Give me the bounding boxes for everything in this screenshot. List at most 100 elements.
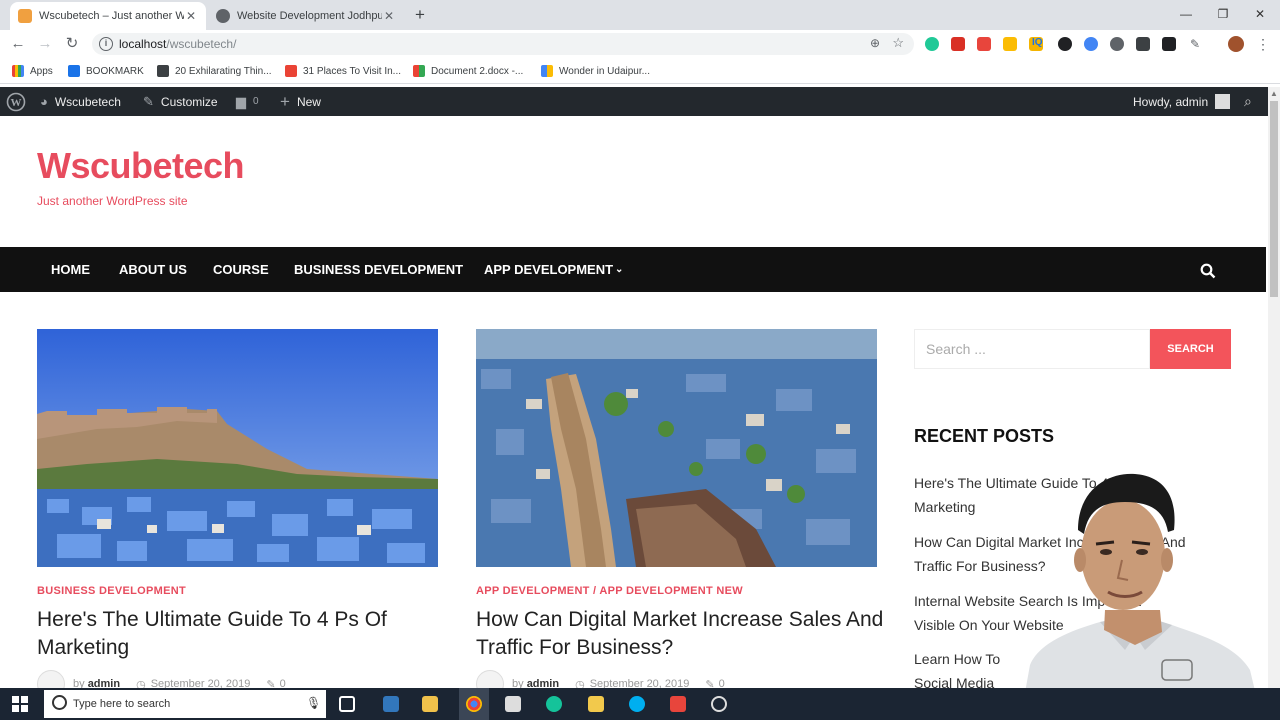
plus-icon: +	[280, 91, 290, 111]
post-title[interactable]: How Can Digital Market Increase Sales An…	[476, 606, 883, 662]
post-category[interactable]: BUSINESS DEVELOPMENT	[37, 585, 186, 597]
scrollbar-thumb[interactable]	[1270, 101, 1278, 297]
page-scrollbar[interactable]: ▲	[1268, 87, 1280, 688]
bookmark-star-icon[interactable]: ☆	[892, 35, 904, 51]
close-tab-icon[interactable]: ✕	[184, 9, 198, 23]
chrome-extension-icon[interactable]	[1084, 37, 1098, 51]
nav-business-development[interactable]: BUSINESS DEVELOPMENT	[294, 247, 463, 292]
taskbar-search-box[interactable]: Type here to search 🎙︎	[44, 690, 326, 718]
new-tab-icon[interactable]: +	[415, 5, 425, 25]
nav-app-development[interactable]: APP DEVELOPMENT	[484, 247, 613, 292]
iq-extension-icon[interactable]: IQ	[1032, 37, 1048, 51]
chevron-down-icon[interactable]: ⌄	[615, 247, 623, 292]
nav-search-icon[interactable]	[1200, 247, 1216, 292]
minimize-icon[interactable]: —	[1171, 4, 1201, 24]
bookmark-apps[interactable]: Apps	[12, 64, 53, 78]
zoom-icon[interactable]: ⊕	[870, 36, 880, 50]
file-explorer-icon[interactable]	[588, 696, 604, 712]
address-bar[interactable]: i localhost/wscubetech/ ⊕ ☆	[92, 33, 914, 55]
pen-icon[interactable]: ✎	[1190, 37, 1202, 51]
reload-icon[interactable]: ↻	[62, 34, 82, 54]
task-view-icon[interactable]	[339, 696, 355, 712]
bookmark-item[interactable]: Document 2.docx -...	[413, 64, 523, 78]
bookmark-favicon-icon	[541, 65, 553, 77]
back-icon[interactable]: ←	[8, 34, 28, 54]
microphone-icon[interactable]: 🎙︎	[306, 696, 321, 710]
post-thumbnail-blue-city[interactable]	[476, 329, 877, 567]
grammarly-icon[interactable]	[925, 37, 939, 51]
post-title[interactable]: Here's The Ultimate Guide To 4 Ps Of Mar…	[37, 606, 387, 662]
bookmark-favicon-icon	[68, 65, 80, 77]
close-window-icon[interactable]: ✕	[1245, 4, 1275, 24]
extension-icon[interactable]	[1136, 37, 1150, 51]
bookmark-item[interactable]: 31 Places To Visit In...	[285, 64, 401, 78]
windows-taskbar: Type here to search 🎙︎	[0, 688, 1280, 720]
app-icon[interactable]	[711, 696, 727, 712]
admin-avatar	[1215, 94, 1231, 109]
site-tagline: Just another WordPress site	[37, 194, 188, 208]
site-info-icon[interactable]: i	[99, 37, 113, 51]
extension-icon[interactable]	[977, 37, 991, 51]
profile-avatar[interactable]	[1228, 36, 1244, 52]
admin-search-icon[interactable]: ⌕	[1244, 87, 1252, 116]
extension-icon[interactable]	[1003, 37, 1017, 51]
grammarly-icon[interactable]	[546, 696, 562, 712]
wordpress-logo-icon[interactable]: W	[6, 87, 26, 116]
admin-bar-customize[interactable]: ✎ Customize	[143, 87, 218, 116]
post-title-line: Here's The Ultimate Guide To 4 Ps Of	[37, 608, 387, 631]
browser-tab-active[interactable]: Wscubetech – Just another Wor ✕	[10, 2, 206, 30]
nav-course[interactable]: COURSE	[213, 247, 269, 292]
bookmark-label: Apps	[30, 65, 53, 77]
sidebar-search-button[interactable]: SEARCH	[1150, 329, 1231, 369]
howdy-label: Howdy, admin	[1133, 94, 1209, 109]
mail-icon[interactable]	[505, 696, 521, 712]
forward-icon[interactable]: →	[35, 34, 55, 54]
extension-icon[interactable]	[1058, 37, 1072, 51]
admin-bar-customize-label: Customize	[160, 94, 218, 109]
tab-title: Wscubetech – Just another Wor	[39, 10, 184, 22]
bookmark-label: 20 Exhilarating Thin...	[175, 65, 272, 77]
admin-bar-new-label: New	[296, 94, 321, 109]
taskbar-search-placeholder: Type here to search	[73, 698, 171, 710]
nav-home[interactable]: HOME	[51, 247, 90, 292]
wordpress-extension-icon[interactable]	[1110, 37, 1124, 51]
scroll-up-icon[interactable]: ▲	[1270, 89, 1278, 98]
wp-admin-bar: W ◕ Wscubetech ✎ Customize ▆ 0 + New Howdy, …	[0, 87, 1268, 116]
bookmark-item[interactable]: Wonder in Udaipur...	[541, 64, 650, 78]
windows-start-icon[interactable]	[12, 696, 28, 717]
menu-dots-icon[interactable]: ⋮	[1256, 36, 1270, 53]
admin-bar-site[interactable]: ◕ Wscubetech	[40, 87, 121, 116]
admin-bar-new[interactable]: + New	[280, 87, 321, 116]
store-icon[interactable]	[422, 696, 438, 712]
bookmark-item[interactable]: BOOKMARK	[68, 64, 144, 78]
pdf-icon[interactable]	[670, 696, 686, 712]
apps-grid-icon	[12, 65, 24, 77]
bookmark-label: BOOKMARK	[86, 65, 144, 77]
admin-bar-comments[interactable]: ▆ 0	[236, 87, 259, 116]
skype-icon[interactable]	[629, 696, 645, 712]
post-thumbnail-fort[interactable]	[37, 329, 438, 567]
globe-icon	[216, 9, 230, 23]
maximize-icon[interactable]: ❐	[1208, 4, 1238, 24]
edge-browser-icon[interactable]	[383, 696, 399, 712]
site-title[interactable]: Wscubetech	[37, 145, 245, 187]
nav-about-us[interactable]: ABOUT US	[119, 247, 187, 292]
browser-tab[interactable]: Website Development Jodhpur ✕	[208, 2, 404, 30]
bookmark-item[interactable]: 20 Exhilarating Thin...	[157, 64, 272, 78]
close-tab-icon[interactable]: ✕	[382, 9, 396, 23]
chrome-icon[interactable]	[466, 696, 482, 712]
dashboard-icon: ◕	[40, 94, 48, 109]
admin-bar-account[interactable]: Howdy, admin	[1133, 87, 1231, 116]
comment-count: 0	[253, 96, 259, 107]
pocket-icon[interactable]	[951, 37, 965, 51]
camera-icon[interactable]	[1162, 37, 1176, 51]
post-category[interactable]: APP DEVELOPMENT / APP DEVELOPMENT NEW	[476, 585, 743, 597]
tab-title: Website Development Jodhpur	[237, 10, 382, 22]
bookmark-label: Document 2.docx -...	[431, 65, 524, 77]
presenter-webcam-overlay	[1000, 460, 1280, 720]
brush-icon: ✎	[143, 93, 154, 109]
admin-bar-site-label: Wscubetech	[54, 94, 121, 109]
sidebar-search-input[interactable]: Search ...	[914, 329, 1150, 369]
recent-posts-heading: RECENT POSTS	[914, 426, 1055, 446]
browser-toolbar: ← → ↻ i localhost/wscubetech/ ⊕ ☆ IQ ✎ ⋮	[0, 30, 1280, 58]
